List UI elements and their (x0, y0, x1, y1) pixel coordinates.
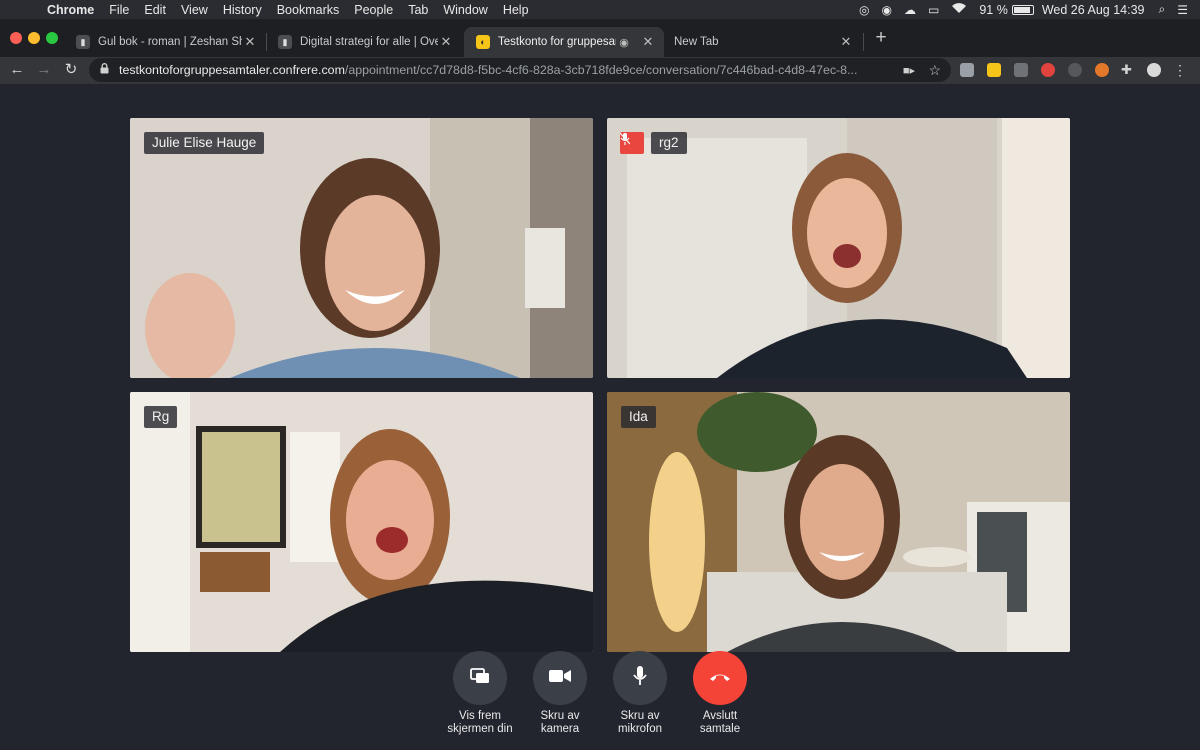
extension-drive-icon[interactable] (1014, 63, 1028, 77)
extension-chat-icon[interactable] (960, 63, 974, 77)
end-call-control[interactable]: Avslutt samtale (675, 651, 765, 736)
lock-icon (100, 63, 110, 77)
window-minimize-button[interactable] (28, 32, 40, 44)
menubar-clock[interactable]: Wed 26 Aug 14:39 (1042, 3, 1145, 17)
book-favicon-icon: ▮ (76, 35, 90, 49)
participant-video-feed (607, 118, 1070, 378)
cloud-upload-icon[interactable]: ☁ (904, 3, 916, 17)
microphone-control[interactable]: Skru av mikrofon (595, 651, 685, 736)
video-meeting-stage: Julie Elise Hauge rg2 Rg Ida Vis frem sk… (0, 84, 1200, 750)
tab-title: Gul bok - roman | Zeshan Shakar (98, 36, 242, 48)
browser-tab[interactable]: ▮ Digital strategi for alle | Ove Dalen … (266, 27, 462, 57)
tab-title: Testkonto for gruppesamtaler (498, 36, 616, 48)
window-zoom-button[interactable] (46, 32, 58, 44)
tab-close-icon[interactable]: ✕ (838, 34, 854, 50)
camera-toggle-button[interactable] (533, 651, 587, 705)
hang-up-icon (709, 669, 731, 687)
battery-fill (1013, 6, 1030, 13)
confrere-favicon-icon: ◐ (476, 35, 490, 49)
chrome-menu-kebab-icon[interactable]: ⋮ (1173, 63, 1187, 77)
extension-confrere-icon[interactable] (987, 63, 1001, 77)
microphone-toggle-label: Skru av mikrofon (617, 710, 663, 735)
battery-indicator[interactable]: 91 % (979, 3, 1034, 17)
menu-view[interactable]: View (181, 3, 208, 17)
tab-close-icon[interactable]: ✕ (438, 34, 454, 50)
participant-video-tile[interactable]: Julie Elise Hauge (130, 118, 593, 378)
url-host: testkontoforgruppesamtaler.confrere.com (119, 63, 345, 77)
browser-tab-strip: ▮ Gul bok - roman | Zeshan Shakar ✕ ▮ Di… (0, 19, 1200, 57)
browser-tab[interactable]: New Tab ✕ (662, 27, 862, 57)
participant-video-tile[interactable]: rg2 (607, 118, 1070, 378)
menu-tab[interactable]: Tab (408, 3, 428, 17)
extensions-puzzle-icon[interactable]: ✚ (1121, 63, 1135, 77)
control-center-list-icon[interactable]: ☰ (1177, 3, 1188, 17)
menubar-tray: ◎ ◉ ☁ ▭ 91 % Wed 26 Aug 14:39 ⌕ ☰ (859, 0, 1200, 19)
url-path: /appointment/cc7d78d8-f5bc-4cf6-828a-3cb… (344, 63, 858, 77)
camera-in-use-icon[interactable]: ■▸ (903, 64, 915, 77)
participant-video-feed (130, 392, 593, 652)
extension-fox-icon[interactable] (1095, 63, 1109, 77)
end-call-label: Avslutt samtale (699, 710, 741, 735)
tab-title: New Tab (674, 36, 719, 48)
screen-share-icon (470, 667, 490, 689)
battery-icon (1011, 4, 1034, 15)
menu-people[interactable]: People (354, 3, 393, 17)
window-close-button[interactable] (10, 32, 22, 44)
url-text: testkontoforgruppesamtaler.confrere.com/… (119, 63, 889, 77)
participant-name-tag: rg2 (651, 132, 687, 154)
tab-title: Digital strategi for alle | Ove Dalen (300, 36, 438, 48)
camera-control[interactable]: Skru av kamera (515, 651, 605, 736)
participant-video-feed (130, 118, 593, 378)
menu-file[interactable]: File (109, 3, 129, 17)
share-screen-label: Vis frem skjermen din (447, 710, 513, 735)
participant-name-tag: Julie Elise Hauge (144, 132, 265, 154)
participant-video-feed (607, 392, 1070, 652)
bookmark-star-icon[interactable]: ☆ (928, 62, 941, 79)
recording-indicator-icon: ◉ (619, 36, 629, 49)
video-camera-icon (549, 669, 571, 688)
password-manager-icon[interactable]: ◉ (882, 3, 892, 17)
new-tab-button[interactable]: + (872, 28, 890, 47)
forward-arrow-icon[interactable]: → (34, 60, 54, 80)
menu-help[interactable]: Help (503, 3, 529, 17)
address-bar[interactable]: testkontoforgruppesamtaler.confrere.com/… (89, 58, 951, 82)
share-screen-control[interactable]: Vis frem skjermen din (435, 651, 525, 736)
back-arrow-icon[interactable]: ← (7, 60, 27, 80)
wifi-icon[interactable] (951, 2, 967, 17)
macos-menubar: Chrome File Edit View History Bookmarks … (0, 0, 1200, 19)
tab-close-icon[interactable]: ✕ (242, 34, 258, 50)
spotlight-search-icon[interactable]: ⌕ (1159, 2, 1166, 17)
menu-history[interactable]: History (223, 3, 262, 17)
microphone-icon (633, 665, 647, 691)
participant-name-tag: Rg (144, 406, 178, 428)
browser-toolbar: ← → ↻ testkontoforgruppesamtaler.confrer… (0, 57, 1200, 84)
extension-target-icon[interactable] (1041, 63, 1055, 77)
battery-percent: 91 % (979, 2, 1008, 17)
browser-tab-active[interactable]: ◐ Testkonto for gruppesamtaler ◉ ✕ (464, 27, 664, 57)
menu-app-chrome[interactable]: Chrome (47, 3, 94, 17)
participant-name-tag: Ida (621, 406, 656, 428)
share-screen-button[interactable] (453, 651, 507, 705)
airplay-icon[interactable]: ▭ (928, 3, 939, 17)
menu-window[interactable]: Window (443, 3, 487, 17)
profile-avatar-icon[interactable] (1147, 63, 1161, 77)
end-call-button[interactable] (693, 651, 747, 705)
book-favicon-icon: ▮ (278, 35, 292, 49)
tab-separator (863, 33, 864, 51)
menu-edit[interactable]: Edit (144, 3, 166, 17)
browser-tab[interactable]: ▮ Gul bok - roman | Zeshan Shakar ✕ (64, 27, 266, 57)
menu-bookmarks[interactable]: Bookmarks (277, 3, 340, 17)
reload-icon[interactable]: ↻ (61, 60, 81, 80)
mic-off-icon (620, 132, 644, 154)
camera-toggle-label: Skru av kamera (540, 710, 580, 735)
participant-video-tile[interactable]: Ida (607, 392, 1070, 652)
tab-close-icon[interactable]: ✕ (640, 34, 656, 50)
extension-info-icon[interactable] (1068, 63, 1082, 77)
status-circle-icon[interactable]: ◎ (859, 3, 869, 17)
microphone-toggle-button[interactable] (613, 651, 667, 705)
participant-video-tile[interactable]: Rg (130, 392, 593, 652)
